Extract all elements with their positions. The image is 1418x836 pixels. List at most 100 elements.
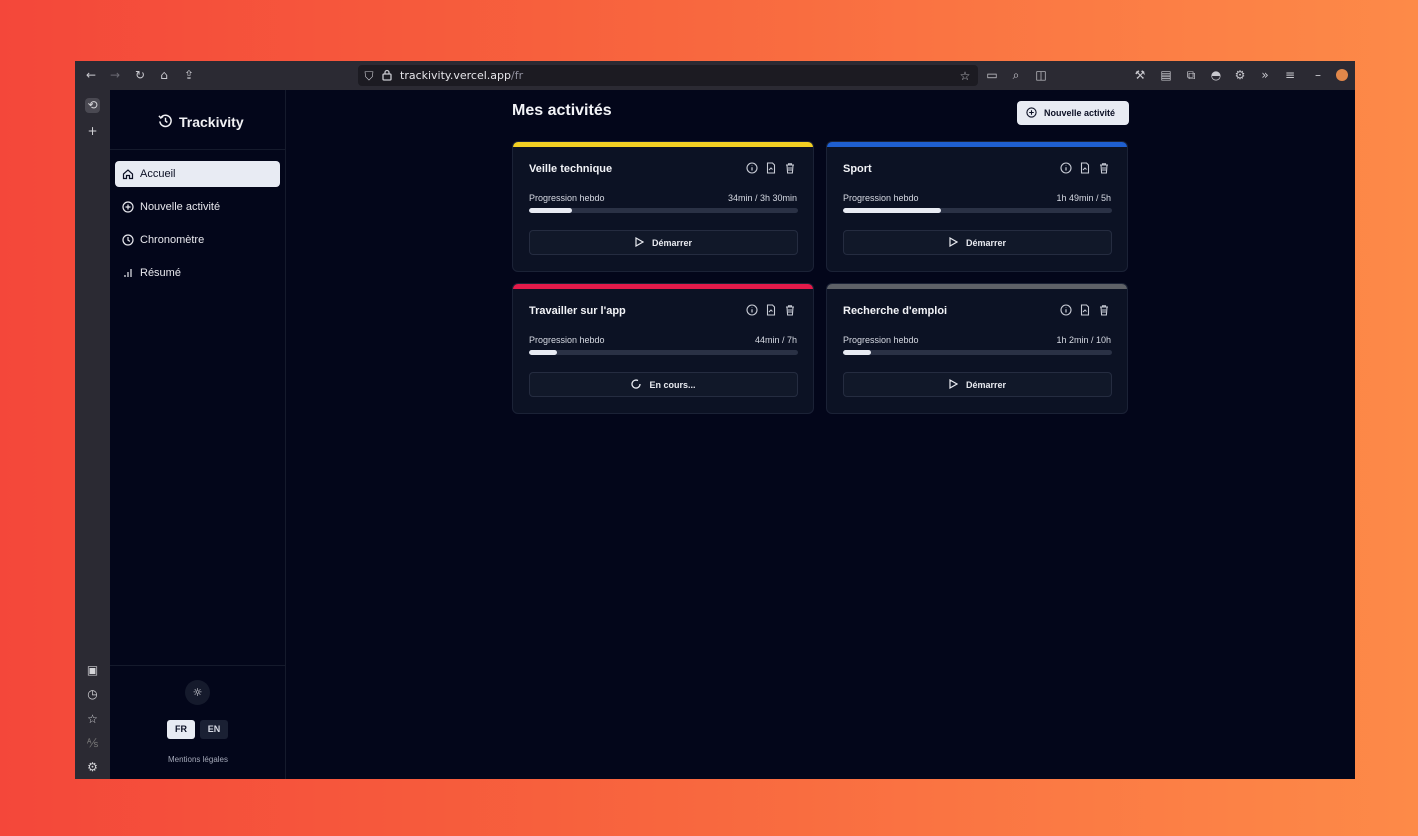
- menu-icon[interactable]: ≡: [1283, 68, 1297, 82]
- info-icon[interactable]: [1059, 161, 1073, 175]
- card-actions: [745, 303, 797, 317]
- card-title: Sport: [843, 163, 872, 175]
- url-host: trackivity.vercel.app: [400, 69, 511, 82]
- edit-file-icon[interactable]: [764, 161, 778, 175]
- divider: [110, 149, 286, 150]
- progress-label: Progression hebdo: [843, 193, 919, 203]
- reader-icon[interactable]: ▭: [985, 68, 999, 82]
- home-icon: [121, 168, 134, 181]
- brand[interactable]: Trackivity: [158, 113, 244, 131]
- progress-bar: [529, 350, 798, 355]
- zoom-icon[interactable]: ⌕: [1009, 68, 1023, 82]
- save-icon[interactable]: ▣: [85, 663, 100, 678]
- sidebar-item-accueil[interactable]: Accueil: [115, 161, 280, 187]
- extension-icon[interactable]: ⇪: [182, 68, 196, 82]
- card-title: Recherche d'emploi: [843, 305, 948, 317]
- trash-icon[interactable]: [1097, 303, 1111, 317]
- browser-toolbar: ← → ↻ ⌂ ⇪ ⛉ trackivity.vercel.app/fr ☆ ▭…: [75, 61, 1355, 90]
- edit-file-icon[interactable]: [1078, 303, 1092, 317]
- divider: [110, 665, 286, 666]
- info-icon[interactable]: [745, 303, 759, 317]
- activity-card: Recherche d'emploi Progression hebdo 1h 2m…: [826, 283, 1128, 414]
- legal-link[interactable]: Mentions légales: [110, 755, 286, 764]
- brand-logo-icon: [158, 113, 173, 131]
- progress-value: 44min / 7h: [754, 335, 797, 345]
- back-icon[interactable]: ←: [84, 68, 98, 82]
- start-button[interactable]: Démarrer: [843, 230, 1112, 255]
- forward-icon[interactable]: →: [108, 68, 122, 82]
- sidebar-item-nouvelle-activite[interactable]: Nouvelle activité: [115, 194, 280, 220]
- shield-icon[interactable]: ⛉: [362, 69, 376, 83]
- clock-icon: [121, 234, 134, 247]
- trash-icon[interactable]: [1097, 161, 1111, 175]
- new-activity-button[interactable]: Nouvelle activité: [1017, 101, 1129, 125]
- progress-fill: [529, 350, 558, 355]
- lang-en-button[interactable]: EN: [200, 720, 228, 739]
- start-button[interactable]: Démarrer: [843, 372, 1112, 397]
- theme-toggle-button[interactable]: ☼: [185, 680, 210, 705]
- overflow-icon[interactable]: »: [1258, 68, 1272, 82]
- gear-icon[interactable]: ⚙: [85, 760, 100, 775]
- progress-bar: [529, 208, 798, 213]
- button-label: En cours...: [649, 379, 696, 390]
- sidebar-item-chronometre[interactable]: Chronomètre: [115, 227, 280, 253]
- lang-fr-button[interactable]: FR: [167, 720, 195, 739]
- add-tab-icon[interactable]: +: [85, 124, 100, 139]
- card-actions: [1059, 303, 1111, 317]
- sidebar-item-label: Chronomètre: [140, 234, 205, 246]
- play-icon: [949, 236, 959, 249]
- play-icon: [949, 378, 959, 391]
- close-window-icon[interactable]: [1336, 69, 1348, 81]
- browser-sidebar-strip: ⟲ + ▣ ◷ ☆ ⅍ ⚙: [75, 90, 110, 779]
- app-tab-icon[interactable]: ⟲: [85, 98, 100, 113]
- progress-fill: [843, 208, 942, 213]
- plus-circle-icon: [121, 201, 134, 214]
- bookmark-star-icon[interactable]: ☆: [958, 69, 972, 83]
- progress-value: 1h 2min / 10h: [1056, 335, 1111, 345]
- edit-file-icon[interactable]: [1078, 161, 1092, 175]
- progress-bar: [843, 350, 1112, 355]
- url-bar[interactable]: ⛉ trackivity.vercel.app/fr ☆: [358, 65, 978, 86]
- card-title: Veille technique: [529, 163, 613, 175]
- edit-file-icon[interactable]: [764, 303, 778, 317]
- card-color-bar: [513, 142, 813, 147]
- progress-label: Progression hebdo: [529, 193, 605, 203]
- settings-icon[interactable]: ⚙: [1233, 68, 1247, 82]
- card-title: Travailler sur l'app: [529, 305, 626, 317]
- puzzle-icon[interactable]: ⧉: [1184, 68, 1198, 82]
- progress-bar: [843, 208, 1112, 213]
- page-title: Mes activités: [512, 102, 612, 119]
- brand-name: Trackivity: [179, 114, 244, 130]
- trash-icon[interactable]: [783, 303, 797, 317]
- progress-label: Progression hebdo: [843, 335, 919, 345]
- start-button[interactable]: Démarrer: [529, 230, 798, 255]
- button-label: Démarrer: [651, 237, 693, 248]
- bar-chart-icon: [121, 267, 134, 280]
- progress-value: 1h 49min / 5h: [1056, 193, 1111, 203]
- sidebar-item-resume[interactable]: Résumé: [115, 260, 280, 286]
- library-icon[interactable]: ▤: [1159, 68, 1173, 82]
- account-icon[interactable]: ◓: [1209, 68, 1223, 82]
- card-actions: [1059, 161, 1111, 175]
- minimize-icon[interactable]: –: [1311, 68, 1325, 82]
- app-sidebar: Trackivity Accueil Nouvelle activité Chr…: [110, 90, 286, 779]
- reload-icon[interactable]: ↻: [133, 68, 147, 82]
- progress-fill: [529, 208, 573, 213]
- url-path: /fr: [511, 69, 524, 82]
- bookmarks-star-icon[interactable]: ☆: [85, 712, 100, 727]
- plus-circle-icon: [1026, 106, 1037, 120]
- info-icon[interactable]: [745, 161, 759, 175]
- in-progress-button[interactable]: En cours...: [529, 372, 798, 397]
- wrench-icon[interactable]: ⚒: [1133, 68, 1147, 82]
- progress-fill: [843, 350, 871, 355]
- sidebar-item-label: Résumé: [140, 267, 181, 279]
- home-icon[interactable]: ⌂: [157, 68, 171, 82]
- tools-icon[interactable]: ⅍: [85, 736, 100, 751]
- history-icon[interactable]: ◷: [85, 687, 100, 702]
- trash-icon[interactable]: [783, 161, 797, 175]
- button-label: Démarrer: [965, 237, 1007, 248]
- info-icon[interactable]: [1059, 303, 1073, 317]
- url-text: trackivity.vercel.app/fr: [400, 69, 523, 82]
- sidebar-toggle-icon[interactable]: ◫: [1034, 68, 1048, 82]
- activity-card: Sport Progression hebdo 1h 49min / 5h Démar…: [826, 141, 1128, 272]
